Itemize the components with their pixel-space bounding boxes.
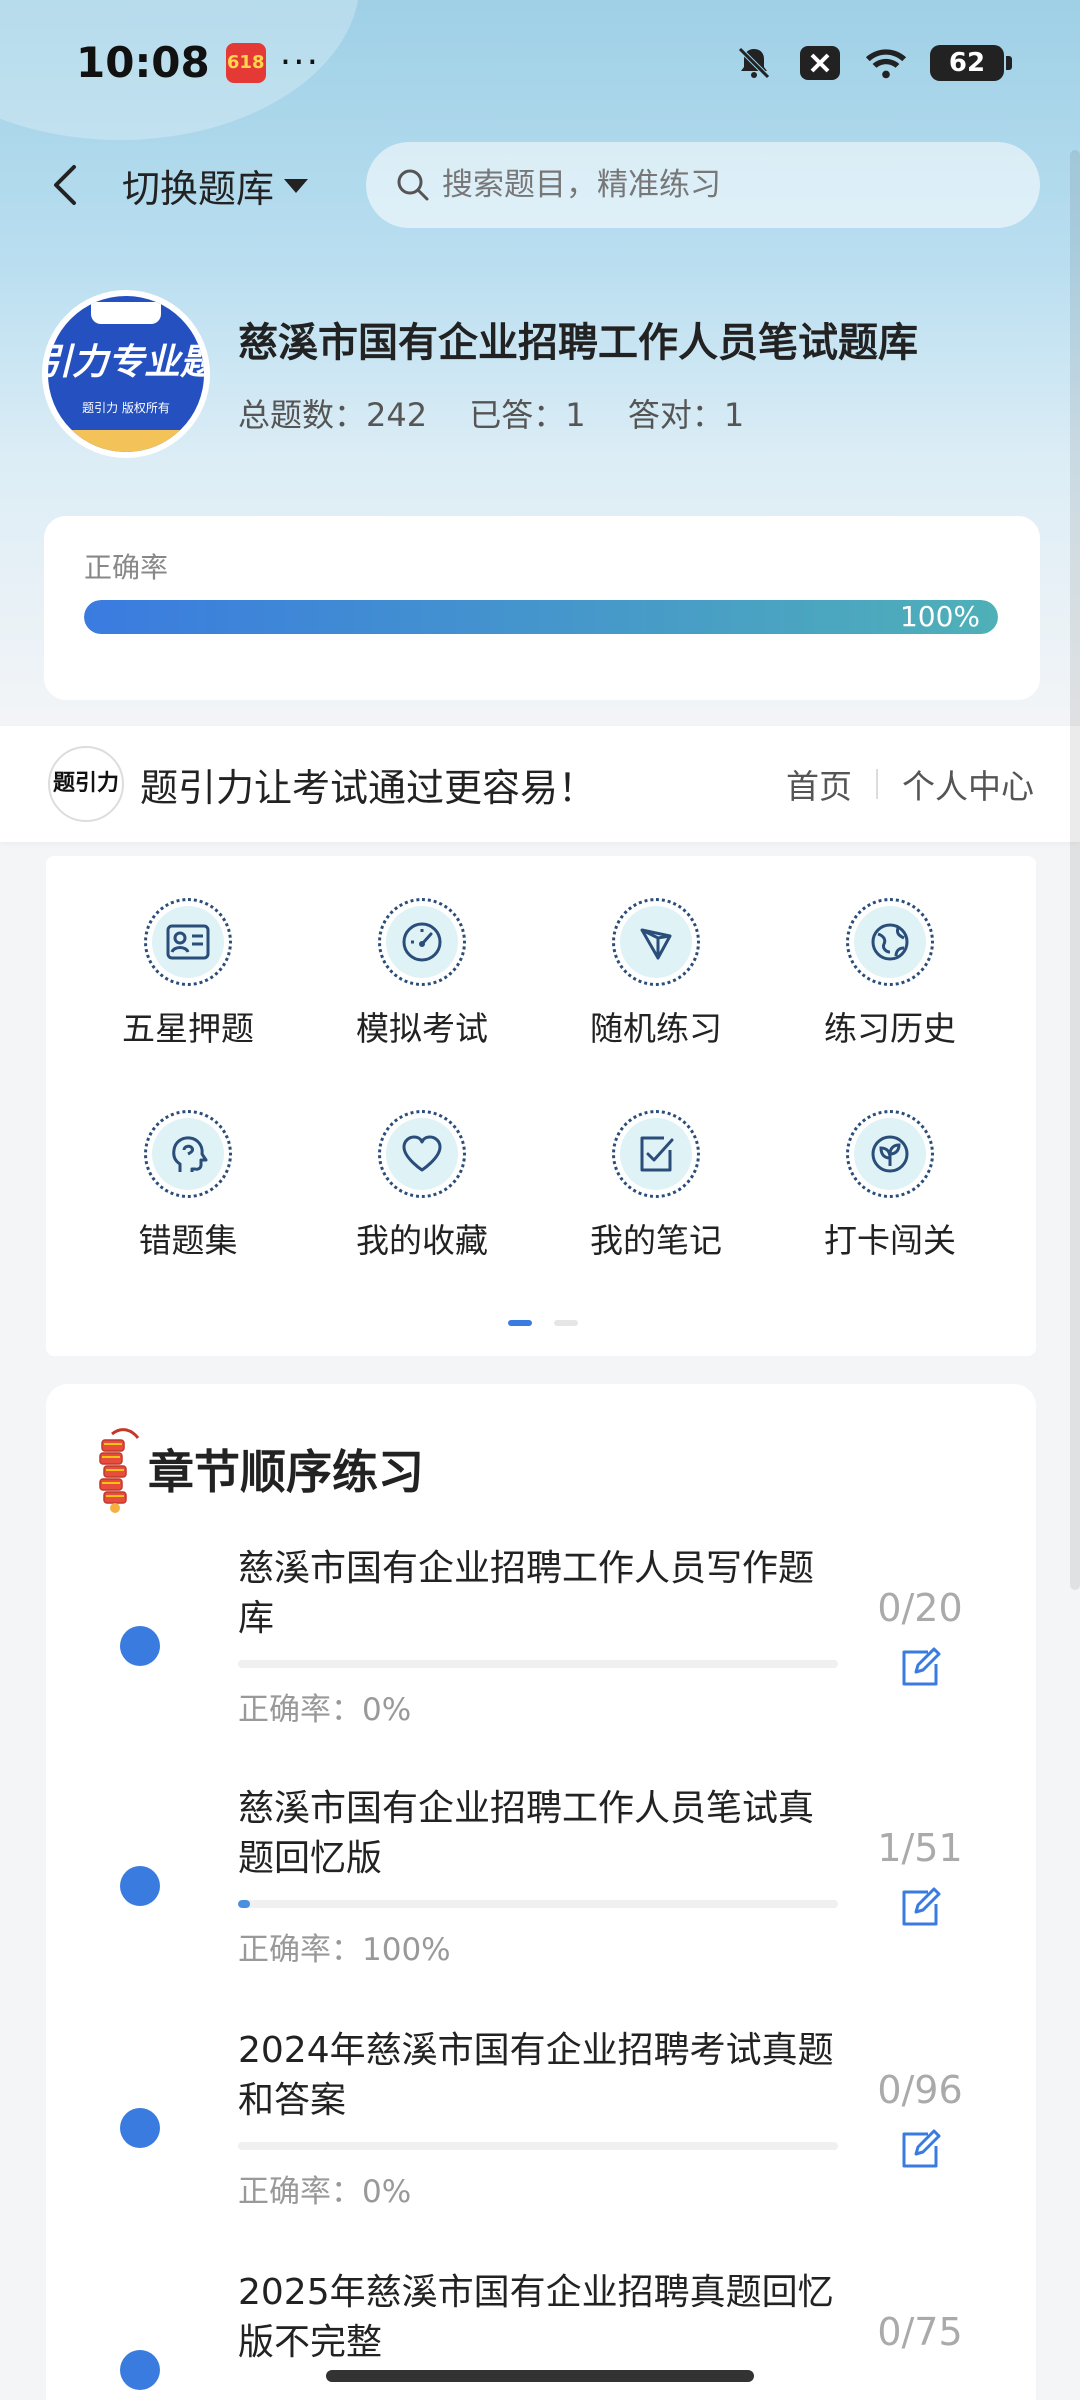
home-indicator[interactable]: [326, 2370, 754, 2382]
grid-item-five-star[interactable]: 五星押题: [88, 898, 288, 1078]
grid-item-mock-exam[interactable]: 模拟考试: [322, 898, 522, 1078]
grid-label: 五星押题: [122, 1009, 254, 1048]
note-check-icon: [640, 1136, 674, 1172]
caret-down-icon: [284, 178, 309, 193]
chapter-progress-bar: [238, 1900, 838, 1908]
firecracker-icon: [90, 1424, 140, 1514]
promo-slogan: 题引力让考试通过更容易！: [140, 765, 597, 810]
grid-item-wrong-answers[interactable]: 错题集: [88, 1110, 288, 1290]
chapter-accuracy: 正确率：0%: [238, 2174, 412, 2210]
switch-bank-button[interactable]: 切换题库: [122, 158, 309, 213]
search-input[interactable]: [442, 167, 1002, 203]
divider: [876, 769, 878, 799]
promo-logo: 题引力: [48, 746, 124, 822]
chapter-dot: [120, 2350, 160, 2390]
accuracy-progress-bar: 100%: [84, 600, 998, 634]
edit-icon[interactable]: [890, 1638, 950, 1698]
chapter-header: 章节顺序练习: [90, 1424, 424, 1514]
close-box-icon: [798, 41, 842, 85]
grid-label: 我的笔记: [590, 1221, 722, 1260]
back-arrow-icon: [54, 165, 76, 205]
switch-bank-label: 切换题库: [122, 167, 275, 211]
chapter-progress-bar: [238, 2142, 838, 2150]
grid-label: 错题集: [138, 1221, 238, 1260]
chapter-dot: [120, 2108, 160, 2148]
chapter-count: 0/20: [877, 1586, 963, 1630]
id-card-icon: [166, 924, 210, 960]
answered-count: 已答：1: [469, 396, 586, 434]
wifi-icon: [864, 41, 908, 85]
promo-bar: 题引力 题引力让考试通过更容易！ 首页 个人中心: [0, 726, 1080, 842]
mute-bell-icon: [732, 41, 776, 85]
battery-icon: 62: [930, 44, 1012, 81]
chapter-item[interactable]: 2024年慈溪市国有企业招聘考试真题和答案 正确率：0% 0/96: [46, 2026, 1036, 2266]
shuffle-icon: [640, 928, 672, 960]
chapter-count: 0/96: [877, 2068, 963, 2112]
accuracy-value: 100%: [899, 600, 980, 633]
heart-icon: [402, 1135, 442, 1172]
accuracy-card: 正确率 100%: [44, 516, 1040, 700]
grid-item-checkin[interactable]: 打卡闯关: [790, 1110, 990, 1290]
chapter-accuracy: 正确率：100%: [238, 1932, 451, 1968]
chapter-name: 慈溪市国有企业招聘工作人员笔试真题回忆版: [238, 1788, 815, 1879]
bank-info: 引力专业题 题引力 版权所有 慈溪市国有企业招聘工作人员笔试题库 总题数：242…: [42, 290, 1042, 460]
edit-icon[interactable]: [890, 2120, 950, 2180]
status-time: 10:08: [76, 38, 210, 87]
chapter-dot: [120, 1866, 160, 1906]
status-icons: 62: [732, 41, 1012, 85]
page-dot-active: [508, 1320, 532, 1326]
back-button[interactable]: [40, 160, 90, 210]
page-dot: [554, 1320, 578, 1326]
grid-item-favorites[interactable]: 我的收藏: [322, 1110, 522, 1290]
grid-item-notes[interactable]: 我的笔记: [556, 1110, 756, 1290]
chapter-item[interactable]: 慈溪市国有企业招聘工作人员写作题库 正确率：0% 0/20: [46, 1544, 1036, 1784]
chapter-section: 章节顺序练习 慈溪市国有企业招聘工作人员写作题库 正确率：0% 0/20 慈溪市…: [46, 1384, 1036, 2400]
accuracy-label: 正确率: [84, 551, 169, 584]
head-icon: [172, 1136, 208, 1172]
top-nav: 切换题库: [0, 140, 1080, 230]
grid-item-history[interactable]: 练习历史: [790, 898, 990, 1078]
search-icon: [397, 169, 429, 201]
chapter-name: 慈溪市国有企业招聘工作人员写作题库: [238, 1548, 815, 1639]
bank-title: 慈溪市国有企业招聘工作人员笔试题库: [238, 320, 918, 366]
bank-logo-subtext: 题引力 版权所有: [82, 400, 170, 415]
promo-links: 首页 个人中心: [786, 760, 1034, 808]
profile-link[interactable]: 个人中心: [902, 760, 1034, 808]
globe-icon: [871, 923, 909, 961]
chapter-section-title: 章节顺序练习: [148, 1445, 424, 1499]
grid-label: 随机练习: [590, 1009, 722, 1048]
app-notification-icon: 618: [225, 42, 266, 83]
grid-label: 我的收藏: [356, 1221, 488, 1260]
chapter-name: 2024年慈溪市国有企业招聘考试真题和答案: [238, 2030, 834, 2121]
bank-stats: 总题数：242 已答：1 答对：1: [238, 390, 776, 436]
chapter-progress-fill: [238, 1900, 250, 1908]
chapter-count: 1/51: [877, 1826, 963, 1870]
accuracy-progress-fill: [84, 600, 998, 634]
speedometer-icon: [402, 922, 442, 962]
grid-label: 打卡闯关: [824, 1221, 956, 1260]
chapter-dot: [120, 1626, 160, 1666]
page-indicator: [508, 1320, 578, 1326]
chapter-name: 2025年慈溪市国有企业招聘真题回忆版不完整: [238, 2272, 834, 2363]
total-count: 总题数：242: [238, 396, 428, 434]
scrollbar[interactable]: [1070, 150, 1080, 1590]
chapter-progress-bar: [238, 1660, 838, 1668]
grid-label: 练习历史: [824, 1009, 956, 1048]
more-notifications-icon: ···: [279, 42, 321, 83]
chapter-accuracy: 正确率：0%: [238, 1692, 412, 1728]
sprout-icon: [871, 1135, 909, 1173]
correct-count: 答对：1: [627, 396, 745, 434]
bank-logo: 引力专业题 题引力 版权所有: [42, 290, 210, 458]
home-link[interactable]: 首页: [786, 760, 852, 808]
chapter-item[interactable]: 慈溪市国有企业招聘工作人员笔试真题回忆版 正确率：100% 1/51: [46, 1784, 1036, 2024]
grid-label: 模拟考试: [356, 1009, 488, 1048]
chapter-count: 0/75: [877, 2310, 963, 2354]
status-bar: 10:08 618 ··· 62: [0, 0, 1080, 125]
feature-grid: 五星押题 模拟考试 随机练习 练习历史 错题集 我的收藏 我的笔记 打卡闯关: [46, 856, 1036, 1356]
bank-logo-text: 引力专业题: [48, 341, 204, 383]
search-box[interactable]: [366, 142, 1040, 228]
edit-icon[interactable]: [890, 1878, 950, 1938]
grid-item-random-practice[interactable]: 随机练习: [556, 898, 756, 1078]
